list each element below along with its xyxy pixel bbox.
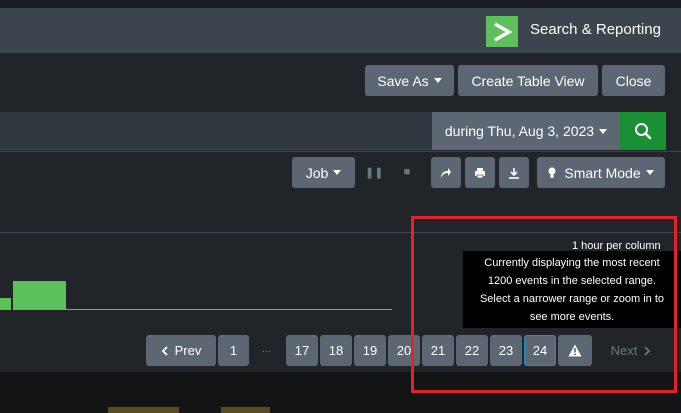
save-as-label: Save As: [377, 72, 429, 89]
search-icon: [635, 123, 652, 140]
job-menu-button[interactable]: Job: [292, 157, 355, 188]
chevron-down-icon: [433, 78, 442, 83]
page-button-19[interactable]: 19: [354, 335, 386, 366]
page-number: 20: [396, 343, 412, 358]
bulb-icon: [548, 167, 556, 178]
footer-accent: [108, 407, 179, 413]
share-button[interactable]: [431, 157, 461, 188]
print-button[interactable]: [465, 157, 495, 188]
create-table-view-button[interactable]: Create Table View: [458, 65, 598, 96]
top-system-bar: [0, 0, 681, 8]
chevron-down-icon: [599, 128, 608, 134]
print-icon: [475, 167, 485, 178]
pagination-ellipsis: ...: [262, 343, 272, 355]
app-bar: Search & Reporting: [0, 8, 681, 53]
page-button-1[interactable]: 1: [218, 335, 249, 366]
create-table-view-label: Create Table View: [471, 72, 585, 89]
timeline-bar[interactable]: [13, 281, 66, 310]
job-label: Job: [305, 164, 329, 181]
timeline-bar[interactable]: [0, 298, 11, 310]
page-button-17[interactable]: 17: [286, 335, 318, 366]
chevron-down-icon: [333, 170, 342, 175]
page-number: 1: [229, 343, 238, 358]
time-range-picker[interactable]: during Thu, Aug 3, 2023: [432, 112, 620, 150]
download-icon: [509, 167, 519, 179]
search-input[interactable]: [0, 112, 432, 150]
prev-label: Prev: [174, 343, 202, 358]
smart-mode-label: Smart Mode: [564, 164, 641, 181]
close-button[interactable]: Close: [602, 65, 665, 96]
chevron-down-icon: [645, 170, 654, 175]
highlight-box: [411, 216, 677, 393]
time-range-label: during Thu, Aug 3, 2023: [444, 123, 595, 139]
page-number: 19: [362, 343, 378, 358]
app-logo-icon[interactable]: [486, 16, 518, 47]
page-number: 17: [294, 343, 310, 358]
page-button-18[interactable]: 18: [320, 335, 352, 366]
search-divider: [0, 151, 681, 152]
chevron-left-icon: [161, 345, 168, 356]
stop-icon[interactable]: ■: [399, 166, 415, 178]
share-icon: [441, 167, 451, 178]
search-mode-button[interactable]: Smart Mode: [537, 157, 665, 188]
page-number: 18: [328, 343, 344, 358]
search-button[interactable]: [620, 112, 666, 150]
app-title[interactable]: Search & Reporting: [530, 21, 661, 38]
prev-page-button[interactable]: Prev: [146, 335, 216, 366]
close-label: Close: [615, 72, 652, 89]
footer-accent: [221, 407, 270, 413]
pause-icon[interactable]: ❚❚: [365, 166, 383, 179]
export-button[interactable]: [499, 157, 529, 188]
save-as-button[interactable]: Save As: [365, 65, 454, 96]
timeline-baseline: [66, 309, 392, 310]
